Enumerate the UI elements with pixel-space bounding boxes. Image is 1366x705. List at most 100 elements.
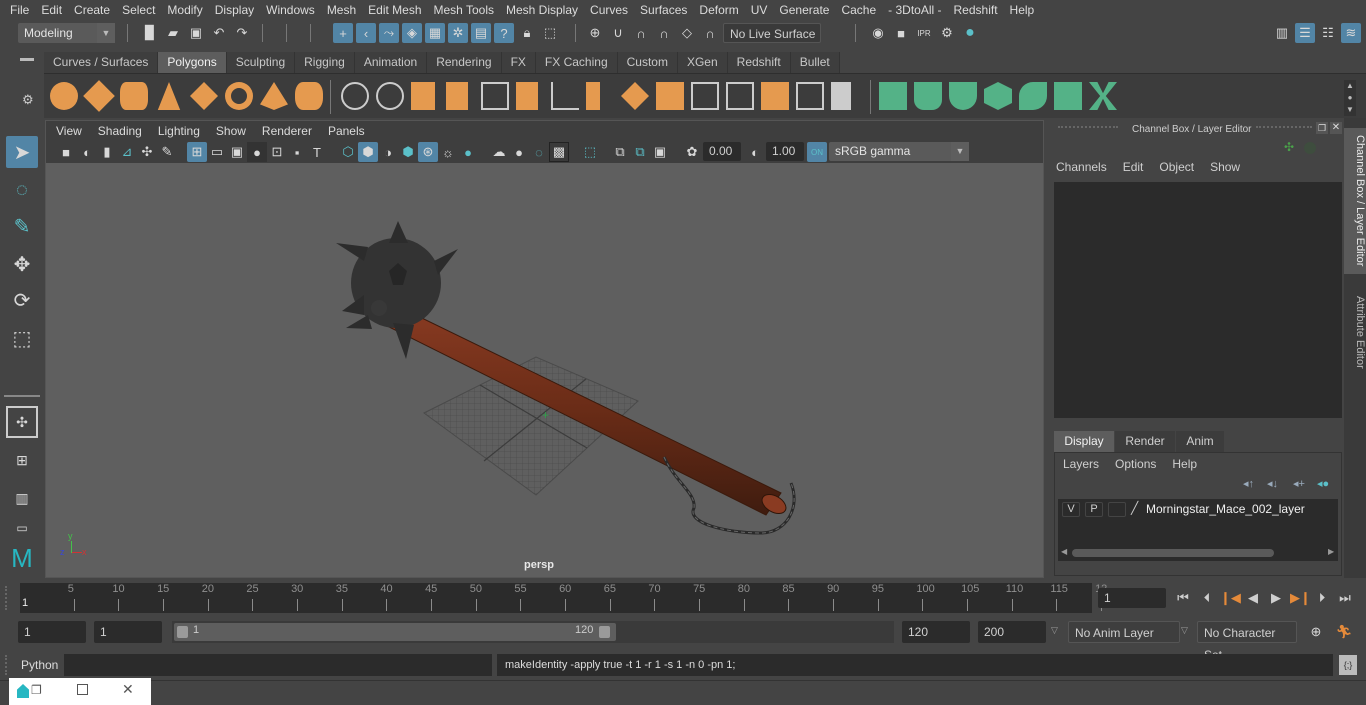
- mirror-icon[interactable]: [411, 82, 435, 110]
- channel-list[interactable]: [1054, 182, 1342, 418]
- persp-graph-layout-icon[interactable]: ▭: [6, 518, 38, 538]
- open-scene-icon[interactable]: ▰: [163, 23, 183, 43]
- step-back-frame-icon[interactable]: ⏴: [1198, 588, 1216, 608]
- 2d-pan-zoom-icon[interactable]: ✣: [137, 142, 157, 162]
- textured-icon[interactable]: ⊛: [418, 142, 438, 162]
- depth-of-field-icon[interactable]: ▩: [549, 142, 569, 162]
- shelf-tab-fx-caching[interactable]: FX Caching: [535, 52, 618, 73]
- menu-file[interactable]: File: [4, 0, 35, 20]
- color-management-toggle[interactable]: ON: [807, 142, 827, 162]
- drag-handle[interactable]: [5, 586, 11, 610]
- menu-redshift[interactable]: Redshift: [948, 0, 1004, 20]
- edit-menu[interactable]: Edit: [1123, 160, 1144, 174]
- layer-tab-anim[interactable]: Anim: [1176, 431, 1224, 452]
- ambient-occlusion-icon[interactable]: ☁: [489, 142, 509, 162]
- restore-icon[interactable]: ❐: [31, 683, 42, 697]
- snap-surface-icon[interactable]: ◇: [677, 23, 697, 43]
- anim-layer-dropdown[interactable]: No Anim Layer: [1068, 621, 1180, 643]
- poly-cone-icon[interactable]: [157, 82, 181, 110]
- shelf-tab-bullet[interactable]: Bullet: [790, 52, 840, 73]
- shadows-icon[interactable]: ●: [458, 142, 478, 162]
- gamma-icon[interactable]: ◐: [745, 142, 765, 162]
- motion-blur-icon[interactable]: ●: [509, 142, 529, 162]
- animation-preferences-icon[interactable]: 🏃︎: [1334, 622, 1354, 642]
- poly-sphere-icon[interactable]: [50, 82, 78, 110]
- wireframe-on-shaded-icon[interactable]: ◑: [378, 142, 398, 162]
- lights-icon[interactable]: ☼: [438, 142, 458, 162]
- save-scene-icon[interactable]: ▣: [186, 23, 206, 43]
- layer-row[interactable]: V P ╱ Morningstar_Mace_002_layer: [1058, 501, 1338, 519]
- character-set-chevron-icon[interactable]: ▽: [1181, 625, 1188, 636]
- shelf-tab-rendering[interactable]: Rendering: [427, 52, 502, 73]
- layers-menu[interactable]: Layers: [1063, 457, 1099, 471]
- extract-icon[interactable]: [621, 82, 649, 110]
- snap-grid-icon[interactable]: ⊕: [585, 23, 605, 43]
- viewport-menu-shading[interactable]: Shading: [90, 121, 150, 141]
- extrude-icon[interactable]: [481, 82, 509, 110]
- close-icon[interactable]: ✕: [122, 681, 134, 698]
- side-tab-channel-box[interactable]: Channel Box / Layer Editor: [1344, 128, 1366, 274]
- grease-pencil-icon[interactable]: ✎: [157, 142, 177, 162]
- new-layer-selected-icon[interactable]: ◂●: [1317, 477, 1329, 490]
- bookmark-icon[interactable]: ▮: [97, 142, 117, 162]
- play-forwards-icon[interactable]: ▶: [1267, 588, 1285, 608]
- layer-visibility-toggle[interactable]: V: [1062, 502, 1080, 517]
- shelf-settings-gear-icon[interactable]: ⚙: [22, 92, 34, 108]
- layer-tab-display[interactable]: Display: [1054, 431, 1114, 452]
- select-misc-icon[interactable]: ?: [494, 23, 514, 43]
- select-object-icon[interactable]: ‹: [356, 23, 376, 43]
- grid-icon[interactable]: ⊞: [187, 142, 207, 162]
- menu-edit-mesh[interactable]: Edit Mesh: [362, 0, 427, 20]
- poly-torus-icon[interactable]: [225, 82, 253, 110]
- shelf-tab-curves-surfaces[interactable]: Curves / Surfaces: [44, 52, 159, 73]
- go-to-end-icon[interactable]: ⏭: [1336, 588, 1354, 608]
- resolution-gate-icon[interactable]: ▣: [227, 142, 247, 162]
- gate-mask-icon[interactable]: ●: [247, 142, 267, 162]
- layer-tab-render[interactable]: Render: [1115, 431, 1175, 452]
- horizontal-scrollbar[interactable]: ◀ ▶: [1058, 547, 1338, 559]
- viewport-3d-scene[interactable]: + y x z persp: [46, 163, 1043, 577]
- layer-name[interactable]: Morningstar_Mace_002_layer: [1146, 502, 1305, 516]
- drag-handle[interactable]: [1256, 126, 1312, 128]
- range-end-grip[interactable]: [599, 626, 610, 638]
- film-gate-icon[interactable]: ▭: [207, 142, 227, 162]
- xray-icon[interactable]: ⬢: [398, 142, 418, 162]
- transfer-attributes-icon[interactable]: [831, 82, 851, 110]
- hud-icon[interactable]: ▣: [650, 142, 670, 162]
- select-faces-icon[interactable]: ✲: [448, 23, 468, 43]
- auto-key-icon[interactable]: ⊕: [1306, 622, 1326, 642]
- move-layer-down-icon[interactable]: ◂↓: [1267, 477, 1278, 490]
- layer-type-toggle[interactable]: [1108, 502, 1126, 517]
- color-space-dropdown[interactable]: sRGB gamma ▼: [829, 142, 969, 161]
- shelf-menu-icon[interactable]: [20, 58, 34, 61]
- scale-tool-icon[interactable]: ⬚: [6, 322, 38, 354]
- menu-modify[interactable]: Modify: [161, 0, 208, 20]
- go-to-start-icon[interactable]: ⏮: [1174, 588, 1192, 608]
- smooth-icon[interactable]: [446, 82, 468, 110]
- multi-cut-icon[interactable]: [551, 82, 579, 110]
- rotate-tool-icon[interactable]: ⟳: [6, 284, 38, 316]
- select-by-region-icon[interactable]: ⬚: [540, 23, 560, 43]
- attribute-editor-icon[interactable]: ☰: [1295, 23, 1315, 43]
- menu-select[interactable]: Select: [116, 0, 161, 20]
- snap-live-icon[interactable]: ∩: [700, 23, 720, 43]
- menu-cache[interactable]: Cache: [835, 0, 882, 20]
- step-forward-frame-icon[interactable]: ⏵: [1313, 588, 1331, 608]
- workspace-dropdown[interactable]: Modeling ▼: [18, 23, 115, 43]
- field-chart-icon[interactable]: ⊡: [267, 142, 287, 162]
- undo-icon[interactable]: ↶: [209, 23, 229, 43]
- step-back-key-icon[interactable]: ❙◀: [1220, 588, 1241, 608]
- delete-history-icon[interactable]: [796, 82, 824, 110]
- menu-edit[interactable]: Edit: [35, 0, 68, 20]
- paint-select-tool-icon[interactable]: ✎: [6, 210, 38, 242]
- shelf-tab-redshift[interactable]: Redshift: [727, 52, 791, 73]
- live-surface-field[interactable]: No Live Surface: [723, 23, 821, 43]
- viewport-menu-show[interactable]: Show: [208, 121, 254, 141]
- move-layer-up-icon[interactable]: ◂↑: [1243, 477, 1254, 490]
- uv-planar-icon[interactable]: [879, 82, 907, 110]
- uv-unfold-icon[interactable]: [1019, 82, 1047, 110]
- shelf-tab-animation[interactable]: Animation: [354, 52, 428, 73]
- combine-icon[interactable]: [341, 82, 369, 110]
- gamma-field[interactable]: 1.00: [766, 142, 804, 161]
- shelf-tab-polygons[interactable]: Polygons: [158, 52, 227, 73]
